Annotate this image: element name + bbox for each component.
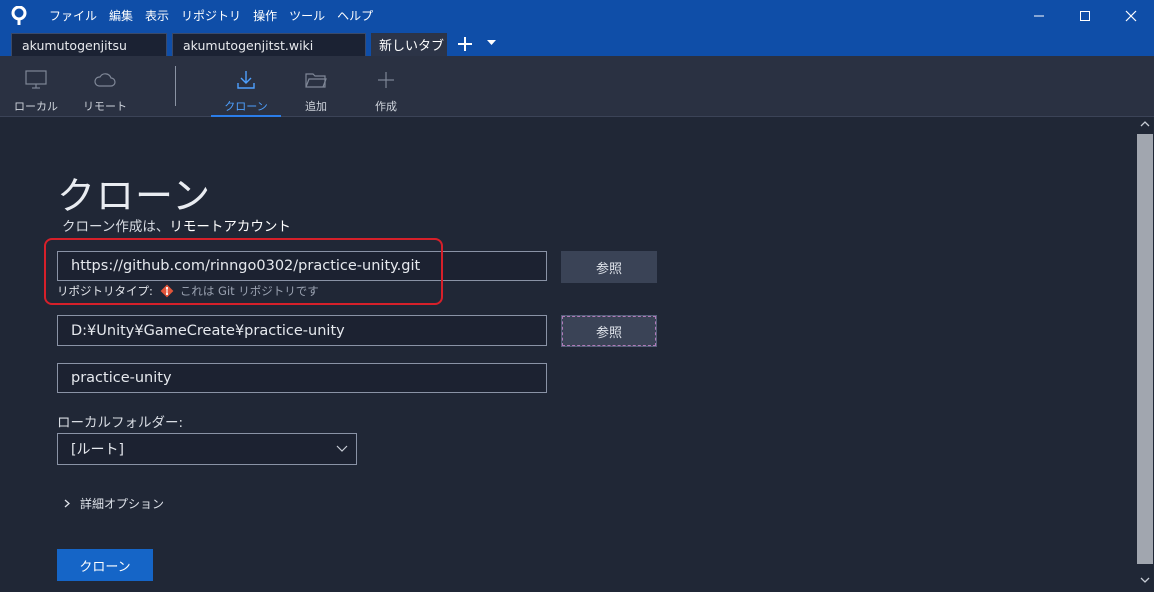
local-folder-select[interactable]: [ルート] <box>57 433 357 465</box>
toolbar-local[interactable]: ローカル <box>1 56 71 117</box>
toolbar: ローカル リモート クローン 追加 作成 <box>0 56 1154 117</box>
cloud-icon <box>94 68 116 92</box>
toolbar-remote[interactable]: リモート <box>70 56 140 117</box>
scroll-up-arrow-icon[interactable] <box>1136 119 1154 133</box>
browse-url-button[interactable]: 参照 <box>561 251 657 283</box>
toolbar-create-label: 作成 <box>375 100 397 113</box>
subtitle: クローン作成は、リモートアカウント <box>62 215 291 235</box>
window-controls <box>1016 0 1154 32</box>
advanced-options-toggle[interactable]: 詳細オプション <box>64 495 164 512</box>
toolbar-local-label: ローカル <box>14 100 58 113</box>
toolbar-add[interactable]: 追加 <box>281 56 351 117</box>
local-folder-value: [ルート] <box>71 442 124 458</box>
monitor-icon <box>25 68 47 92</box>
local-folder-label: ローカルフォルダー: <box>57 415 184 431</box>
toolbar-separator <box>175 66 176 106</box>
close-window-button[interactable] <box>1108 0 1154 32</box>
chevron-down-icon <box>486 40 496 45</box>
highlight-annotation <box>44 238 443 305</box>
minimize-icon <box>1034 15 1044 17</box>
menu-bar: ファイル 編集 表示 リポジトリ 操作 ツール ヘルプ <box>43 0 379 32</box>
advanced-options-label: 詳細オプション <box>80 497 165 511</box>
title-bar: ファイル 編集 表示 リポジトリ 操作 ツール ヘルプ <box>0 0 1154 32</box>
clone-panel: クローン クローン作成は、リモートアカウント https://github.co… <box>0 117 1136 592</box>
maximize-button[interactable] <box>1062 0 1108 32</box>
scroll-down-arrow-icon[interactable] <box>1136 575 1154 589</box>
tab-repository-1[interactable]: akumutogenjitsu <box>11 33 167 56</box>
remote-account-link[interactable]: リモートアカウント <box>169 219 291 235</box>
tab-repository-2[interactable]: akumutogenjitst.wiki <box>172 33 366 56</box>
subtitle-text: クローン作成は、 <box>62 219 170 235</box>
menu-file[interactable]: ファイル <box>43 0 103 32</box>
toolbar-clone[interactable]: クローン <box>211 56 281 117</box>
toolbar-add-label: 追加 <box>305 100 327 113</box>
tab-new[interactable]: 新しいタブ <box>371 33 447 56</box>
tab-list-dropdown[interactable] <box>481 32 501 56</box>
vertical-scrollbar[interactable] <box>1136 117 1154 592</box>
menu-actions[interactable]: 操作 <box>247 0 283 32</box>
tab-bar: akumutogenjitsu akumutogenjitst.wiki 新しい… <box>0 32 1154 56</box>
browse-path-button[interactable]: 参照 <box>561 315 657 347</box>
scrollbar-thumb[interactable] <box>1137 134 1153 564</box>
menu-help[interactable]: ヘルプ <box>331 0 379 32</box>
clone-button[interactable]: クローン <box>57 549 153 581</box>
toolbar-remote-label: リモート <box>83 100 127 113</box>
plus-icon <box>458 37 472 51</box>
chevron-right-icon <box>64 497 70 511</box>
maximize-icon <box>1080 11 1090 21</box>
menu-view[interactable]: 表示 <box>139 0 175 32</box>
toolbar-clone-label: クローン <box>224 100 268 113</box>
plus-icon <box>377 68 395 92</box>
minimize-button[interactable] <box>1016 0 1062 32</box>
sourcetree-logo-icon <box>9 6 29 26</box>
bookmark-name-input[interactable]: practice-unity <box>57 363 547 393</box>
toolbar-create[interactable]: 作成 <box>351 56 421 117</box>
chevron-down-icon <box>336 442 348 458</box>
download-icon <box>236 68 256 92</box>
destination-path-input[interactable]: D:¥Unity¥GameCreate¥practice-unity <box>57 315 547 346</box>
menu-edit[interactable]: 編集 <box>103 0 139 32</box>
close-icon <box>1125 10 1137 22</box>
menu-tools[interactable]: ツール <box>283 0 331 32</box>
add-tab-button[interactable] <box>453 32 477 56</box>
folder-icon <box>305 68 327 92</box>
menu-repository[interactable]: リポジトリ <box>175 0 247 32</box>
page-title: クローン <box>57 174 212 218</box>
